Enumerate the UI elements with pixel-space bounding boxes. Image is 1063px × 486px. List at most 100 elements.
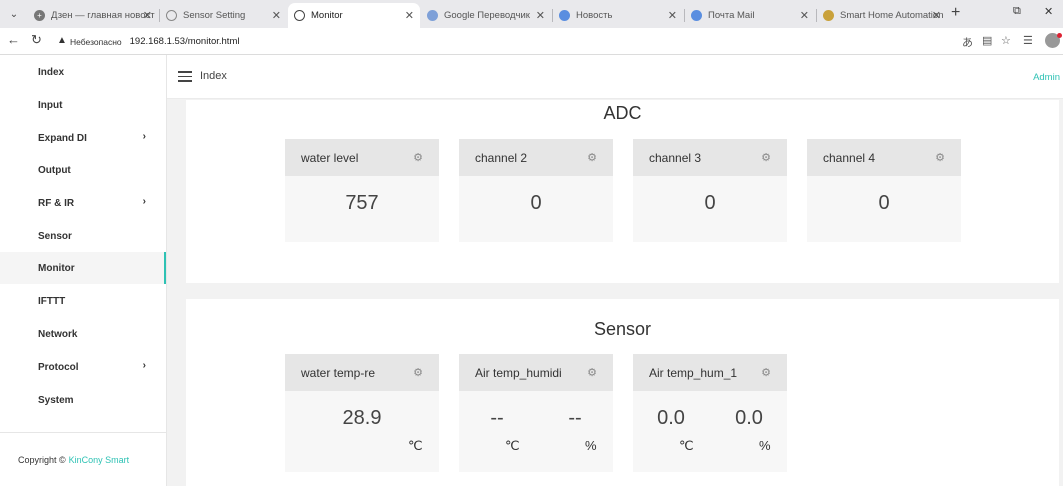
sidebar-item-protocol[interactable]: Protocol ›: [0, 351, 166, 383]
card-header: Air temp_hum_1 ⚙: [633, 354, 787, 391]
sidebar-item-monitor[interactable]: Monitor: [0, 252, 166, 284]
gear-icon[interactable]: ⚙: [761, 366, 771, 379]
warning-icon[interactable]: ▲: [57, 35, 67, 46]
new-tab-icon[interactable]: +: [951, 4, 960, 22]
tab-news[interactable]: Новость ✕: [553, 3, 683, 28]
tab-smart-home[interactable]: Smart Home Automation ✕: [817, 3, 947, 28]
card-title: Air temp_hum_1: [649, 365, 738, 380]
tab-dzen[interactable]: + Дзен — главная новост ✕: [28, 3, 158, 28]
close-icon[interactable]: ✕: [668, 9, 677, 22]
gear-icon[interactable]: ⚙: [935, 151, 945, 164]
sidebar-item-sensor[interactable]: Sensor: [0, 220, 166, 252]
gear-icon[interactable]: ⚙: [761, 151, 771, 164]
humidity-unit: %: [759, 438, 771, 453]
adc-card-channel-3: channel 3 ⚙ 0: [633, 139, 787, 242]
sidebar-item-label: Network: [38, 328, 78, 340]
sidebar-item-label: Sensor: [38, 230, 72, 242]
temperature-unit: ℃: [408, 438, 423, 453]
translate-icon[interactable]: あ: [962, 34, 973, 50]
sensor-title: Sensor: [593, 319, 652, 339]
chevron-right-icon: ›: [142, 360, 146, 371]
adc-title: ADC: [603, 103, 642, 123]
mail-favicon-icon: [691, 10, 702, 21]
gear-icon[interactable]: ⚙: [587, 366, 597, 379]
card-title: water temp-re: [301, 365, 376, 380]
star-icon[interactable]: ☆: [1001, 34, 1011, 47]
sidebar-item-expand-di[interactable]: Expand DI ›: [0, 122, 166, 154]
reader-mode-icon[interactable]: ▤: [982, 34, 992, 47]
copyright-text: Copyright ©: [18, 454, 66, 465]
card-header: channel 4 ⚙: [807, 139, 961, 176]
tab-sensor-setting[interactable]: Sensor Setting ✕: [160, 3, 287, 28]
gear-icon[interactable]: ⚙: [587, 151, 597, 164]
sidebar-footer: Copyright © KinCony Smart: [0, 432, 166, 486]
sensor-card-water-temp: water temp-re ⚙ 28.9 ℃: [285, 354, 439, 472]
tab-monitor[interactable]: Monitor ✕: [288, 3, 420, 28]
close-icon[interactable]: ✕: [536, 9, 545, 22]
humidity-value: 0.0: [735, 407, 763, 429]
sidebar-item-system[interactable]: System: [0, 384, 166, 416]
chevron-right-icon: ›: [142, 131, 146, 142]
tab-title: Smart Home Automation: [840, 10, 944, 21]
tab-search-button[interactable]: ⌄: [5, 5, 23, 23]
close-icon[interactable]: ✕: [143, 9, 152, 22]
page: Index Input Expand DI › Output RF & IR ›…: [0, 55, 1063, 486]
insecure-label[interactable]: Небезопасно: [70, 37, 122, 47]
favorites-icon[interactable]: ☰: [1023, 34, 1033, 47]
tab-mail[interactable]: Почта Mail ✕: [685, 3, 815, 28]
sidebar-item-label: Expand DI: [38, 132, 87, 144]
sensor-card-air-temp-humidi: Air temp_humidi ⚙ -- -- ℃ %: [459, 354, 613, 472]
adc-card-channel-2: channel 2 ⚙ 0: [459, 139, 613, 242]
close-icon[interactable]: ✕: [272, 9, 281, 22]
sidebar-item-network[interactable]: Network: [0, 318, 166, 350]
temperature-value: --: [490, 407, 504, 429]
sidebar-item-ifttt[interactable]: IFTTT: [0, 285, 166, 317]
close-icon[interactable]: ✕: [932, 9, 941, 22]
sidebar-item-rf-ir[interactable]: RF & IR ›: [0, 187, 166, 219]
sidebar-item-output[interactable]: Output: [0, 154, 166, 186]
sidebar-item-input[interactable]: Input: [0, 89, 166, 121]
top-bar: Index Admin: [167, 55, 1063, 99]
sidebar-item-index[interactable]: Index: [0, 56, 166, 88]
close-window-icon[interactable]: ✕: [1044, 5, 1053, 18]
adc-value: 0: [704, 192, 716, 214]
sidebar-item-label: RF & IR: [38, 197, 75, 209]
brand-link[interactable]: KinCony Smart: [69, 455, 130, 465]
temperature-unit: ℃: [505, 438, 520, 453]
url-field[interactable]: ▲ Небезопасно 192.168.1.53/monitor.html: [52, 31, 987, 52]
tab-title: Почта Mail: [708, 10, 755, 21]
adc-card-water-level: water level ⚙ 757: [285, 139, 439, 242]
card-header: Air temp_humidi ⚙: [459, 354, 613, 391]
reload-icon[interactable]: ↻: [31, 32, 42, 48]
sidebar-item-label: Index: [38, 66, 65, 78]
restore-window-icon[interactable]: ⧉: [1013, 5, 1021, 18]
adc-value: 0: [530, 192, 542, 214]
card-header: channel 2 ⚙: [459, 139, 613, 176]
url-text[interactable]: 192.168.1.53/monitor.html: [130, 36, 240, 47]
dzen-favicon-icon: +: [34, 10, 45, 21]
gear-icon[interactable]: ⚙: [413, 366, 423, 379]
smart-home-favicon-icon: [823, 10, 834, 21]
browser-tab-bar: ⌄ + Дзен — главная новост ✕ Sensor Setti…: [0, 0, 1063, 28]
sidebar-item-label: Output: [38, 164, 71, 176]
tab-google-translate[interactable]: Google Переводчик ✕: [421, 3, 551, 28]
hamburger-menu-icon[interactable]: [178, 71, 192, 82]
translate-favicon-icon: [427, 10, 438, 21]
tab-title: Google Переводчик: [444, 10, 530, 21]
adc-panel: ADC water level ⚙ 757 channel 2 ⚙ 0 chan…: [186, 100, 1059, 283]
close-icon[interactable]: ✕: [405, 9, 414, 22]
globe-icon: [166, 10, 177, 21]
tab-title: Monitor: [311, 10, 343, 21]
admin-link[interactable]: Admin: [1033, 72, 1060, 83]
card-title: water level: [301, 150, 359, 165]
gear-icon[interactable]: ⚙: [413, 151, 423, 164]
address-bar: ← ↻ ▲ Небезопасно 192.168.1.53/monitor.h…: [0, 28, 1063, 55]
back-arrow-icon[interactable]: ←: [7, 32, 20, 47]
close-icon[interactable]: ✕: [800, 9, 809, 22]
temperature-unit: ℃: [679, 438, 694, 453]
sensor-panel: Sensor water temp-re ⚙ 28.9 ℃ Air temp_h…: [186, 299, 1059, 486]
card-title: channel 2: [475, 150, 528, 165]
adc-value: 757: [345, 192, 379, 214]
notification-dot: [1057, 33, 1062, 38]
card-header: channel 3 ⚙: [633, 139, 787, 176]
